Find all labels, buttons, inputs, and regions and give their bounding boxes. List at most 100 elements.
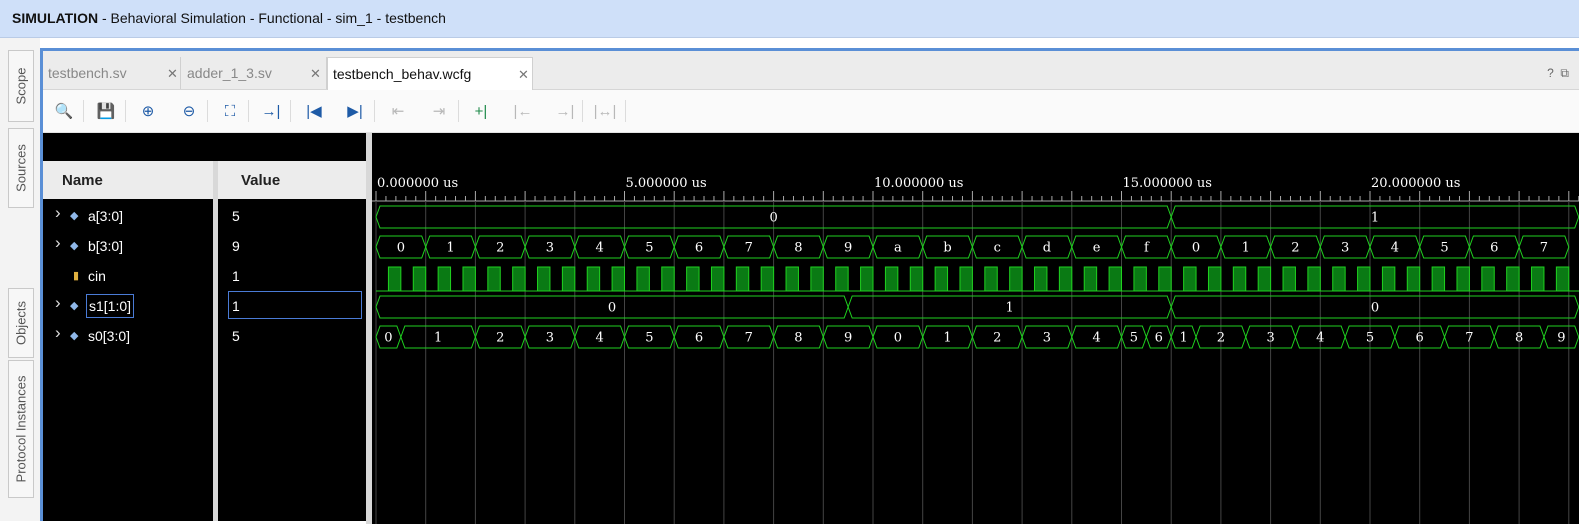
zoom-fit-button[interactable]: ⛶ <box>217 98 243 124</box>
cin-high-pulse <box>1456 266 1470 292</box>
signal-row[interactable]: ▮ cin <box>43 261 213 291</box>
signal-list: Name Value › ◆ a[3:0] › ◆ b[3:0] ▮ cin › ◆ s1[1:0]… <box>43 133 366 521</box>
cin-high-pulse <box>835 266 849 292</box>
next-marker-button[interactable]: →| <box>552 98 578 124</box>
toolbar-separator <box>374 100 375 122</box>
toolbar-separator <box>582 100 583 122</box>
side-tab-protocol-instances[interactable]: Protocol Instances <box>8 360 34 498</box>
side-tab-sources[interactable]: Sources <box>8 128 34 208</box>
signal-value-row[interactable]: 5 <box>223 201 366 231</box>
chevron-right-icon[interactable]: › <box>55 293 61 313</box>
cin-high-pulse <box>1406 266 1421 292</box>
cin-high-pulse <box>1207 266 1222 292</box>
side-tab-objects[interactable]: Objects <box>8 288 34 358</box>
b-bus-value-label: 0 <box>397 241 405 256</box>
b-bus-value-label: 1 <box>1242 241 1250 256</box>
add-marker-button[interactable]: +| <box>468 98 494 124</box>
s0-bus-value-label: 1 <box>434 331 442 346</box>
a-bus-value-label: 0 <box>769 211 777 226</box>
tab-adder-sv[interactable]: adder_1_3.sv ✕ <box>182 57 327 89</box>
side-tab-scope[interactable]: Scope <box>8 50 34 122</box>
s0-bus-value-label: 1 <box>943 331 951 346</box>
go-to-time-0-icon: |◀ <box>306 103 322 120</box>
b-bus-value-label: 2 <box>496 241 504 256</box>
go-to-time-0-button[interactable]: |◀ <box>301 98 327 124</box>
cin-high-pulse <box>487 266 501 292</box>
signal-value: 5 <box>232 328 240 344</box>
b-bus-value-label: 7 <box>1540 241 1548 256</box>
bus-signal-icon: ◆ <box>70 330 79 342</box>
waveform-view[interactable]: 0.000000 us 5.000000 us 10.000000 us 15.000… <box>372 133 1579 524</box>
tab-label: adder_1_3.sv <box>187 65 272 81</box>
s0-bus-value-label: 8 <box>794 331 802 346</box>
b-bus-value-label: 9 <box>844 241 852 256</box>
help-icon[interactable]: ? <box>1547 66 1554 80</box>
signal-value: 1 <box>232 268 240 284</box>
zoom-in-button[interactable]: ⊕ <box>135 98 161 124</box>
s0-bus-value-label: 5 <box>645 331 653 346</box>
cin-high-pulse <box>1158 266 1172 292</box>
cin-high-pulse <box>611 266 625 292</box>
cin-high-pulse <box>512 266 526 292</box>
waveform-canvas[interactable]: 0.000000 us 5.000000 us 10.000000 us 15.000… <box>372 133 1579 524</box>
signal-value-row[interactable]: 5 <box>223 321 366 351</box>
cin-high-pulse <box>537 266 551 292</box>
restore-icon[interactable]: ⧉ <box>1560 66 1569 80</box>
s1-bus-value-label: 1 <box>1006 301 1014 316</box>
swap-cursors-button[interactable]: |↔| <box>592 98 618 124</box>
s1-bus-value-label: 0 <box>1371 301 1379 316</box>
previous-transition-button[interactable]: ⇤ <box>385 98 411 124</box>
cin-high-pulse <box>1506 266 1520 292</box>
cin-high-pulse <box>1257 266 1272 292</box>
cin-high-pulse <box>437 266 452 292</box>
signal-row[interactable]: › ◆ a[3:0] <box>43 201 213 231</box>
go-to-cursor-button[interactable]: →| <box>258 98 284 124</box>
cin-high-pulse <box>860 266 874 292</box>
chevron-right-icon[interactable]: › <box>55 323 61 343</box>
s0-bus-value-label: 9 <box>844 331 852 346</box>
next-transition-button[interactable]: ⇥ <box>426 98 452 124</box>
go-to-last-time-button[interactable]: ▶| <box>342 98 368 124</box>
s0-bus-value-label: 6 <box>1416 331 1424 346</box>
chevron-right-icon[interactable]: › <box>55 233 61 253</box>
window-controls: ? ⧉ <box>1547 66 1569 81</box>
close-icon[interactable]: ✕ <box>167 66 178 82</box>
b-bus-value-label: e <box>1093 241 1101 256</box>
b-bus-value-label: 2 <box>1291 241 1299 256</box>
signal-value-row[interactable]: 1 <box>223 291 366 321</box>
zoom-fit-icon: ⛶ <box>224 102 236 120</box>
signal-row[interactable]: › ◆ b[3:0] <box>43 231 213 261</box>
toolbar-separator <box>83 100 84 122</box>
cin-high-pulse <box>760 266 775 292</box>
signal-value-row[interactable]: 1 <box>223 261 366 291</box>
s0-bus-value-label: 2 <box>993 331 1001 346</box>
toolbar-separator <box>458 100 459 122</box>
next-transition-icon: ⇥ <box>432 103 446 120</box>
cin-high-pulse <box>1431 266 1446 292</box>
time-label: 5.000000 us <box>626 176 707 191</box>
signal-name: b[3:0] <box>88 238 124 254</box>
window-title: SIMULATION - Behavioral Simulation - Fun… <box>12 10 446 26</box>
cin-high-pulse <box>1381 266 1396 292</box>
close-icon[interactable]: ✕ <box>518 67 529 83</box>
tab-testbench-sv[interactable]: testbench.sv ✕ <box>43 57 181 89</box>
search-button[interactable]: 🔍 <box>51 98 77 124</box>
signal-row[interactable]: › ◆ s1[1:0] <box>43 291 213 321</box>
signal-row[interactable]: › ◆ s0[3:0] <box>43 321 213 351</box>
value-column: 5 9 1 1 5 <box>223 161 366 521</box>
zoom-out-button[interactable]: ⊖ <box>176 98 202 124</box>
s0-bus-value-label: 2 <box>1217 331 1225 346</box>
cin-high-pulse <box>686 266 700 292</box>
close-icon[interactable]: ✕ <box>310 66 321 82</box>
signal-value-row[interactable]: 9 <box>223 231 366 261</box>
signal-value: 5 <box>232 208 240 224</box>
tab-label: testbench_behav.wcfg <box>333 66 472 82</box>
tab-testbench-behav-wcfg[interactable]: testbench_behav.wcfg ✕ <box>327 57 533 90</box>
cin-high-pulse <box>636 266 650 292</box>
save-button[interactable]: 💾 <box>93 98 119 124</box>
b-bus-value-label: 3 <box>1341 241 1349 256</box>
wave-toolbar: 🔍 💾 ⊕ ⊖ ⛶ →| |◀ ▶| ⇤ ⇥ +| |← →| |↔| <box>43 90 1579 133</box>
previous-marker-button[interactable]: |← <box>510 98 536 124</box>
b-bus-value-label: a <box>894 241 902 256</box>
chevron-right-icon[interactable]: › <box>55 203 61 223</box>
